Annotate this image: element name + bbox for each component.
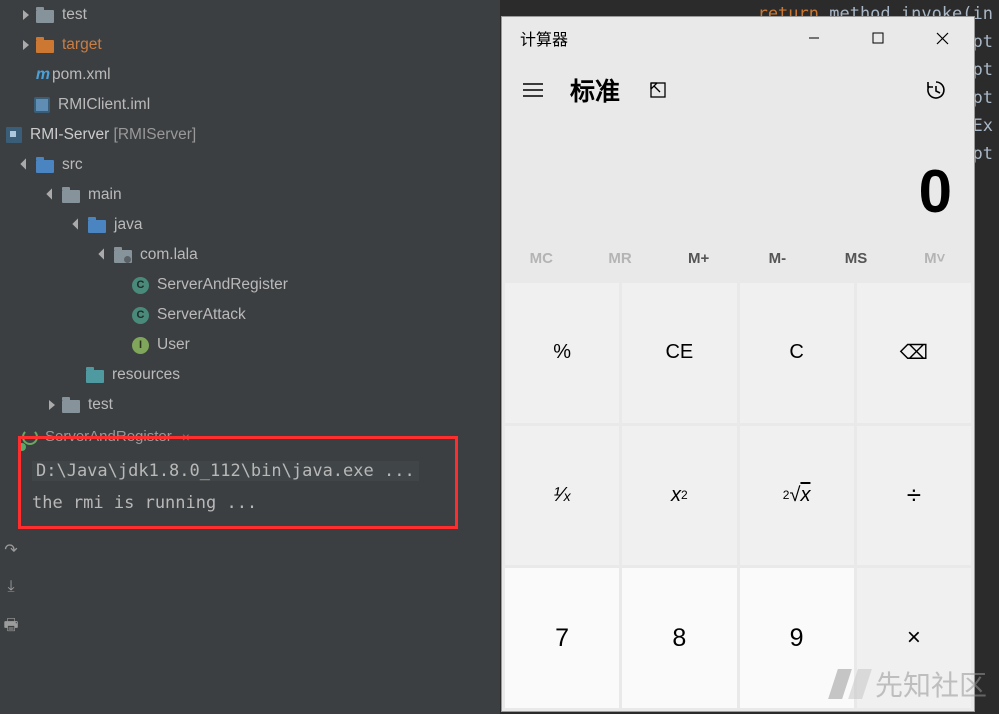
mode-bar: 标准 — [502, 59, 974, 121]
folder-icon — [36, 10, 54, 23]
tree-row[interactable]: C ServerAttack — [0, 300, 500, 330]
step-over-icon[interactable]: ↷ — [4, 540, 17, 560]
maven-icon: m — [34, 66, 52, 84]
minimize-button[interactable] — [782, 17, 846, 59]
tree-label: RMI-Server — [30, 126, 109, 144]
keep-on-top-button[interactable] — [638, 70, 678, 110]
close-button[interactable] — [910, 17, 974, 59]
calculator-window: 计算器 标准 0 MC MR M+ M- MS M˅ % CE C ⌫ ¹⁄x … — [501, 16, 975, 712]
tree-row[interactable]: RMIClient.iml — [0, 90, 500, 120]
folder-icon — [88, 220, 106, 233]
module-icon — [6, 127, 22, 143]
tree-label: test — [88, 396, 113, 414]
mode-label: 标准 — [570, 72, 620, 108]
class-icon: C — [132, 277, 149, 294]
tree-label: com.lala — [140, 246, 198, 264]
class-icon: C — [132, 307, 149, 324]
print-icon[interactable]: 🖶 — [3, 614, 18, 641]
tree-annotation: [RMIServer] — [114, 126, 197, 144]
folder-icon — [62, 190, 80, 203]
chevron-right-icon[interactable] — [20, 38, 34, 52]
tree-label: main — [88, 186, 122, 204]
tree-row[interactable]: RMI-Server [RMIServer] — [0, 120, 500, 150]
sqrt-key[interactable]: 2√x — [740, 426, 854, 566]
backspace-icon: ⌫ — [900, 340, 928, 365]
resources-folder-icon — [86, 370, 104, 383]
download-icon[interactable]: ⤓ — [7, 578, 14, 596]
tree-row[interactable]: java — [0, 210, 500, 240]
package-icon — [114, 250, 132, 263]
divide-key[interactable]: ÷ — [857, 426, 971, 566]
folder-icon — [62, 400, 80, 413]
maximize-button[interactable] — [846, 17, 910, 59]
memory-recall-button[interactable]: MR — [581, 236, 660, 280]
tree-label: ServerAttack — [157, 306, 246, 324]
tree-label: RMIClient.iml — [58, 96, 150, 114]
tool-window-gutter[interactable]: ↷ ⤓ 🖶 — [0, 540, 22, 641]
interface-icon: I — [132, 337, 149, 354]
memory-store-button[interactable]: MS — [817, 236, 896, 280]
iml-icon — [34, 97, 50, 113]
tree-row[interactable]: com.lala — [0, 240, 500, 270]
percent-key[interactable]: % — [505, 283, 619, 423]
tree-row[interactable]: resources — [0, 360, 500, 390]
memory-minus-button[interactable]: M- — [738, 236, 817, 280]
digit-7-key[interactable]: 7 — [505, 568, 619, 708]
chevron-down-icon[interactable] — [72, 218, 86, 232]
folder-icon — [36, 40, 54, 53]
menu-button[interactable] — [510, 67, 556, 113]
inverse-key[interactable]: ¹⁄x — [505, 426, 619, 566]
chevron-down-icon[interactable] — [46, 188, 60, 202]
folder-icon — [36, 160, 54, 173]
memory-plus-button[interactable]: M+ — [659, 236, 738, 280]
tree-label: src — [62, 156, 83, 174]
clear-entry-key[interactable]: CE — [622, 283, 736, 423]
keypad: % CE C ⌫ ¹⁄x x2 2√x ÷ 7 8 9 × — [502, 280, 974, 711]
history-button[interactable] — [916, 70, 956, 110]
backspace-key[interactable]: ⌫ — [857, 283, 971, 423]
chevron-right-icon[interactable] — [20, 8, 34, 22]
tree-label: ServerAndRegister — [157, 276, 288, 294]
tree-row[interactable]: main — [0, 180, 500, 210]
tree-row[interactable]: test — [0, 390, 500, 420]
title-bar[interactable]: 计算器 — [502, 17, 974, 59]
tree-row[interactable]: mpom.xml — [0, 60, 500, 90]
digit-9-key[interactable]: 9 — [740, 568, 854, 708]
tree-row[interactable]: I User — [0, 330, 500, 360]
square-key[interactable]: x2 — [622, 426, 736, 566]
multiply-key[interactable]: × — [857, 568, 971, 708]
tree-row[interactable]: src — [0, 150, 500, 180]
tree-row[interactable]: test — [0, 0, 500, 30]
tree-label: pom.xml — [52, 66, 111, 84]
tree-label: java — [114, 216, 142, 234]
chevron-down-icon[interactable] — [20, 158, 34, 172]
tree-label: test — [62, 6, 87, 24]
project-tree[interactable]: test target mpom.xml RMIClient.iml RMI-S… — [0, 0, 500, 714]
digit-8-key[interactable]: 8 — [622, 568, 736, 708]
tree-label: resources — [112, 366, 180, 384]
chevron-down-icon[interactable] — [98, 248, 112, 262]
tree-row[interactable]: C ServerAndRegister — [0, 270, 500, 300]
tree-label: target — [62, 36, 102, 54]
tree-label: User — [157, 336, 190, 354]
calculator-display: 0 — [502, 121, 974, 236]
tree-row[interactable]: target — [0, 30, 500, 60]
highlight-box — [18, 436, 458, 529]
memory-clear-button[interactable]: MC — [502, 236, 581, 280]
memory-list-button[interactable]: M˅ — [895, 236, 974, 280]
chevron-right-icon[interactable] — [46, 398, 60, 412]
clear-key[interactable]: C — [740, 283, 854, 423]
window-title: 计算器 — [502, 26, 782, 50]
memory-row: MC MR M+ M- MS M˅ — [502, 236, 974, 280]
